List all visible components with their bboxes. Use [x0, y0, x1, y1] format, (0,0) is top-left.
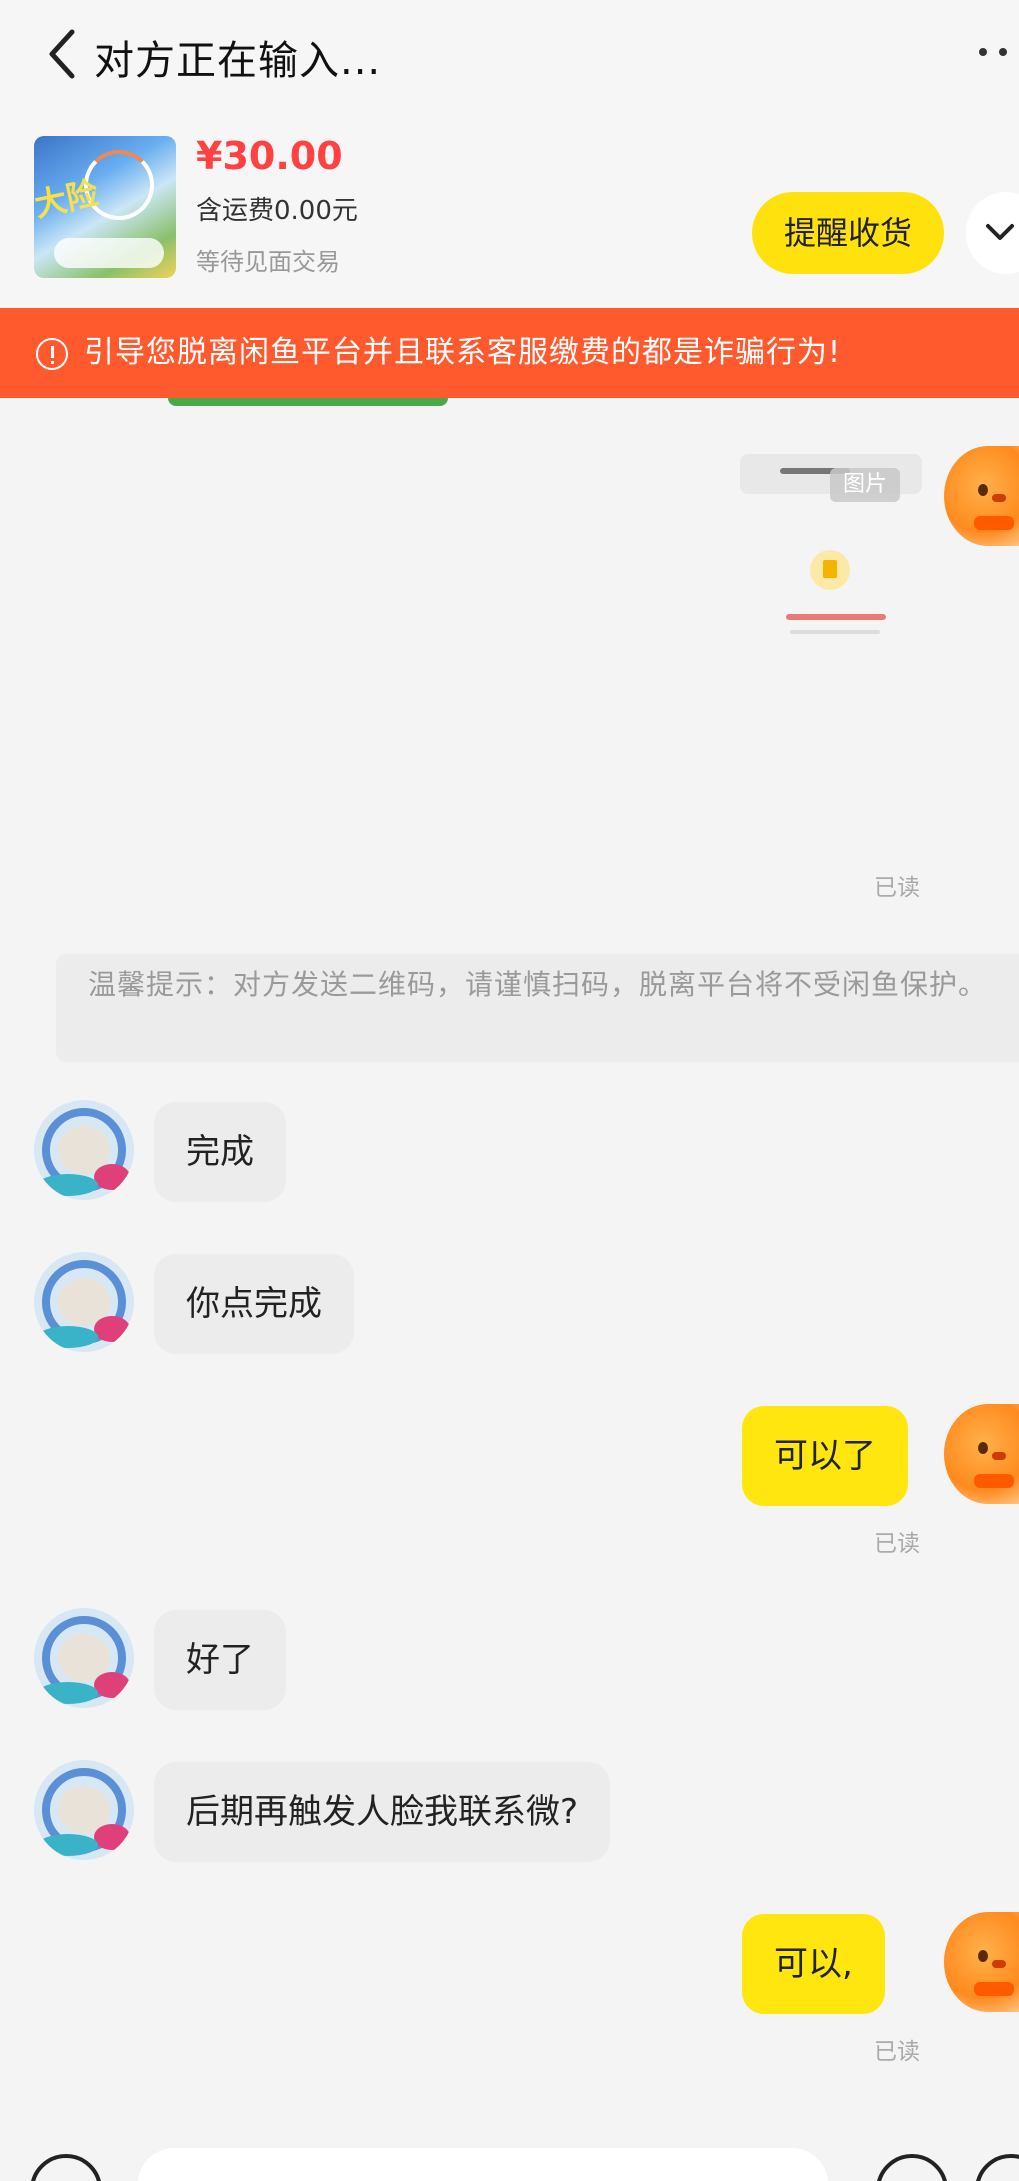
my-avatar[interactable]	[944, 1404, 1019, 1504]
image-message[interactable]: 图片	[740, 446, 930, 646]
input-bar	[0, 2138, 1019, 2181]
remind-receipt-button[interactable]: 提醒收货	[752, 192, 944, 274]
other-avatar[interactable]	[34, 1760, 134, 1860]
emoji-icon[interactable]	[876, 2154, 948, 2181]
my-avatar[interactable]	[944, 446, 1019, 546]
previous-message-edge	[168, 398, 448, 406]
product-card[interactable]: 大险 ¥30.00 含运费0.00元 等待见面交易 提醒收货	[0, 110, 1019, 308]
my-avatar[interactable]	[944, 1912, 1019, 2012]
chevron-down-icon	[986, 224, 1014, 240]
alert-icon	[36, 338, 68, 370]
back-arrow-icon[interactable]	[44, 24, 84, 84]
message-bubble-sent[interactable]: 可以了	[742, 1406, 908, 1506]
product-thumbnail[interactable]: 大险	[34, 136, 176, 278]
trade-status: 等待见面交易	[196, 248, 340, 276]
chat-header: 对方正在输入...	[0, 0, 1019, 110]
chat-title: 对方正在输入...	[94, 38, 382, 84]
other-avatar[interactable]	[34, 1252, 134, 1352]
fraud-warning-banner: 引导您脱离闲鱼平台并且联系客服缴费的都是诈骗行为!	[0, 308, 1019, 398]
other-avatar[interactable]	[34, 1100, 134, 1200]
message-bubble-received[interactable]: 完成	[154, 1102, 286, 1202]
image-preview-icon	[810, 550, 850, 590]
message-bubble-received[interactable]: 后期再触发人脸我联系微?	[154, 1762, 611, 1862]
voice-input-icon[interactable]	[30, 2154, 102, 2181]
read-receipt: 已读	[874, 1531, 920, 1557]
read-receipt: 已读	[874, 875, 920, 901]
image-label: 图片	[830, 468, 900, 502]
other-avatar[interactable]	[34, 1608, 134, 1708]
fraud-warning-text: 引导您脱离闲鱼平台并且联系客服缴费的都是诈骗行为!	[84, 335, 842, 370]
plus-icon[interactable]	[975, 2154, 1019, 2181]
more-options-icon[interactable]	[979, 30, 1019, 70]
expand-button[interactable]	[966, 192, 1019, 274]
product-price: ¥30.00	[196, 134, 343, 178]
message-input[interactable]	[138, 2148, 828, 2181]
message-bubble-sent[interactable]: 可以,	[742, 1914, 885, 2014]
message-bubble-received[interactable]: 你点完成	[154, 1254, 354, 1354]
shipping-fee: 含运费0.00元	[196, 196, 358, 226]
read-receipt: 已读	[874, 2039, 920, 2065]
qr-code-warning-tip: 温馨提示：对方发送二维码，请谨慎扫码，脱离平台将不受闲鱼保护。	[56, 954, 1019, 1062]
message-bubble-received[interactable]: 好了	[154, 1610, 286, 1710]
